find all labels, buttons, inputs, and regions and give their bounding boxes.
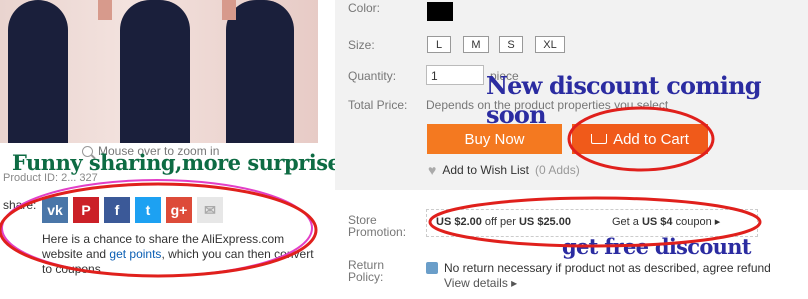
annotation-circle <box>0 182 318 278</box>
annotation-circle <box>1 179 313 277</box>
annotation-overlay <box>0 106 762 278</box>
annotation-circle <box>428 196 762 248</box>
annotation-circle <box>567 106 715 172</box>
